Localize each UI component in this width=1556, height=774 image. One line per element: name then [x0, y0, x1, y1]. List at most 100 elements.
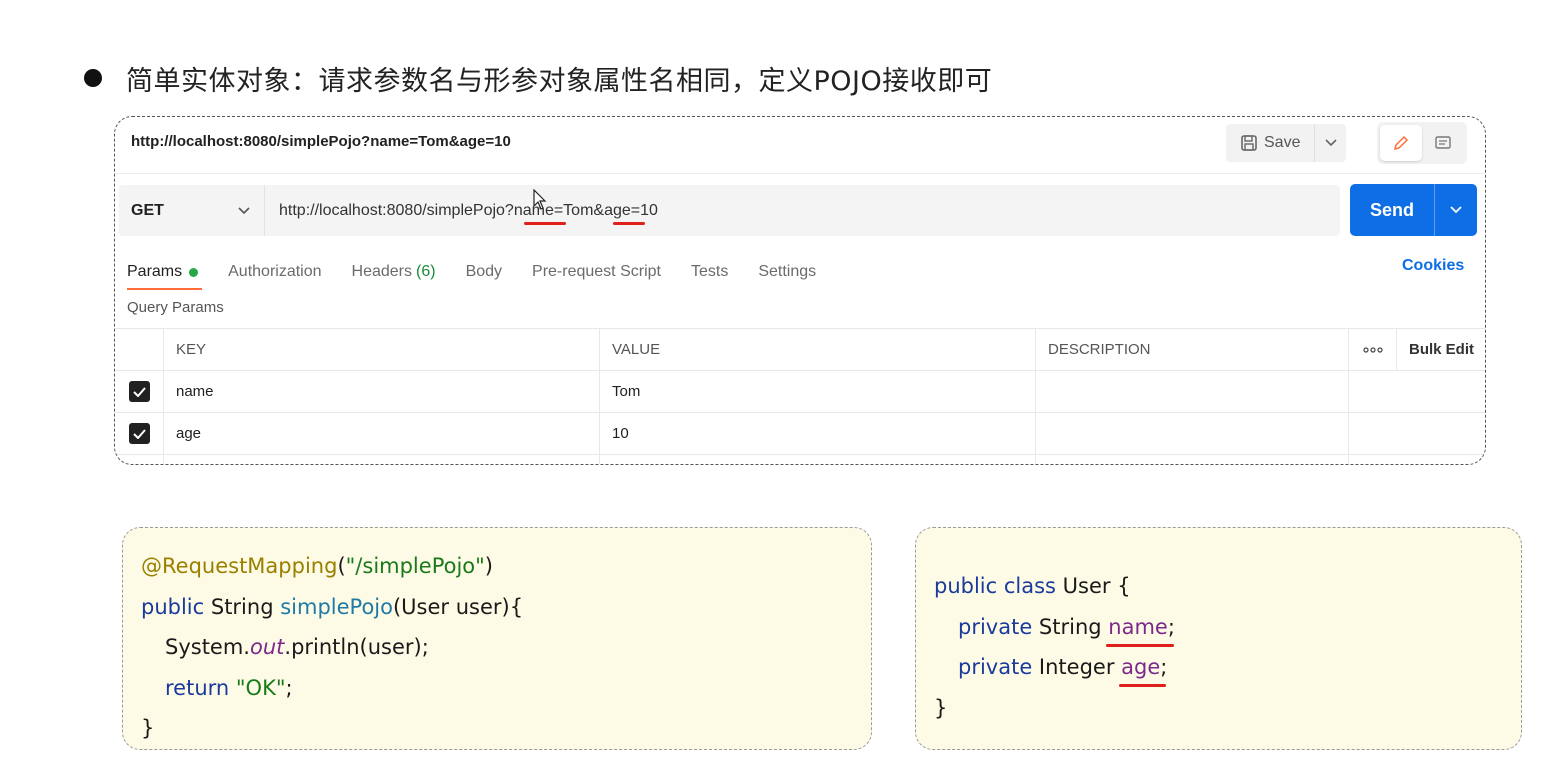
- param-value-input[interactable]: 10: [600, 413, 1036, 454]
- code-punct: }: [934, 695, 948, 720]
- tab-settings-label: Settings: [758, 263, 817, 280]
- code-punct: ;: [1160, 655, 1168, 680]
- row-checkbox[interactable]: [128, 381, 150, 402]
- request-url-input[interactable]: http://localhost:8080/simplePojo?name=To…: [265, 185, 658, 236]
- bulk-edit-button[interactable]: Bulk Edit: [1397, 329, 1485, 370]
- postman-request-panel: http://localhost:8080/simplePojo?name=To…: [114, 116, 1486, 465]
- send-button[interactable]: Send: [1350, 200, 1434, 221]
- row-checkbox-cell: [115, 371, 164, 412]
- row-checkbox[interactable]: [128, 423, 150, 444]
- query-params-heading: Query Params: [127, 299, 224, 316]
- code-field-text: name: [1108, 614, 1168, 639]
- tab-params-label: Params: [127, 263, 183, 280]
- code-static-field: out: [249, 635, 285, 660]
- code-line: private Integer age;: [934, 647, 1521, 688]
- comment-icon: [1435, 136, 1451, 149]
- checkmark-icon: [132, 428, 146, 439]
- controller-code-block: @RequestMapping("/simplePojo") public St…: [122, 527, 872, 750]
- column-header-key: KEY: [164, 329, 600, 370]
- code-punct: ): [484, 554, 493, 579]
- code-line: }: [141, 708, 871, 749]
- code-class-name: User {: [1056, 574, 1131, 599]
- code-keyword: public: [141, 594, 205, 619]
- method-select[interactable]: GET: [119, 185, 265, 236]
- code-string: "/simplePojo": [345, 554, 485, 579]
- column-header-description: DESCRIPTION: [1036, 329, 1349, 370]
- url-name-underline: [524, 222, 566, 225]
- param-description-input[interactable]: [1036, 455, 1349, 464]
- code-punct: }: [141, 716, 155, 741]
- code-method-name: simplePojo: [280, 594, 393, 619]
- method-label: GET: [131, 201, 164, 219]
- param-description-input[interactable]: [1036, 413, 1349, 454]
- tab-pre-request-script[interactable]: Pre-request Script: [532, 257, 661, 287]
- save-disk-icon: [1241, 135, 1257, 151]
- tab-authorization-label: Authorization: [228, 263, 322, 280]
- edit-mode-button[interactable]: [1380, 125, 1422, 161]
- header-divider: [115, 173, 1485, 174]
- send-options-button[interactable]: [1434, 184, 1477, 236]
- code-type: Integer: [1032, 655, 1122, 680]
- request-url-text: http://localhost:8080/simplePojo?name=To…: [279, 201, 658, 219]
- code-field-name: name: [1106, 614, 1174, 647]
- slide-title-fragment: [82, 0, 252, 6]
- more-dots-icon: [1362, 346, 1383, 353]
- bullet-dot-icon: [84, 69, 102, 87]
- bullet-text: 简单实体对象：请求参数名与形参对象属性名相同，定义POJO接收即可: [126, 65, 993, 97]
- code-punct: (: [337, 554, 346, 579]
- code-line: public class User {: [934, 566, 1521, 607]
- code-type: String: [1032, 614, 1109, 639]
- chevron-down-icon: [1450, 206, 1462, 214]
- param-key-input[interactable]: age: [164, 413, 600, 454]
- request-bar: GET http://localhost:8080/simplePojo?nam…: [119, 185, 1340, 236]
- save-label: Save: [1264, 134, 1301, 151]
- code-line: return "OK";: [141, 668, 871, 709]
- field-underline: [1106, 643, 1174, 647]
- code-keyword: private: [958, 655, 1033, 680]
- row-checkbox-cell: [115, 455, 164, 464]
- row-spacer: [1349, 413, 1397, 454]
- table-row: age 10: [115, 412, 1485, 454]
- param-key-input[interactable]: name: [164, 371, 600, 412]
- tab-body[interactable]: Body: [466, 257, 502, 287]
- comments-mode-button[interactable]: [1422, 125, 1464, 161]
- tab-params[interactable]: Params: [127, 257, 203, 290]
- code-line: System. out .println(user);: [141, 627, 871, 668]
- chevron-down-icon: [238, 206, 250, 214]
- request-tabs: Params Authorization Headers (6) Body Pr…: [127, 257, 846, 290]
- send-button-group: Send: [1350, 184, 1477, 236]
- pojo-class-code-block: public class User { private String name;…: [915, 527, 1522, 750]
- tab-authorization[interactable]: Authorization: [228, 257, 321, 287]
- save-options-button[interactable]: [1314, 124, 1346, 162]
- tab-tests-label: Tests: [690, 263, 729, 280]
- tab-tests[interactable]: Tests: [691, 257, 728, 287]
- tab-settings[interactable]: Settings: [758, 257, 816, 287]
- tab-pre-request-label: Pre-request Script: [532, 263, 661, 280]
- param-value-input[interactable]: Tom: [600, 371, 1036, 412]
- more-options-button[interactable]: [1349, 329, 1397, 370]
- save-button[interactable]: Save: [1226, 124, 1314, 162]
- tab-body-label: Body: [465, 263, 503, 280]
- checkmark-icon: [132, 386, 146, 397]
- headers-count-badge: (6): [416, 263, 436, 280]
- code-annotation: @RequestMapping: [141, 554, 338, 579]
- param-description-input[interactable]: [1036, 371, 1349, 412]
- query-params-table: KEY VALUE DESCRIPTION Bulk Edit name Tom: [115, 328, 1485, 464]
- code-keyword: return: [165, 675, 230, 700]
- code-type: String: [204, 594, 281, 619]
- row-checkbox-cell: [115, 413, 164, 454]
- cookies-link[interactable]: Cookies: [1402, 257, 1464, 275]
- row-spacer: [1349, 371, 1397, 412]
- code-punct: ;: [285, 675, 293, 700]
- code-text: System.: [165, 635, 250, 660]
- request-tab-title[interactable]: http://localhost:8080/simplePojo?name=To…: [131, 133, 511, 150]
- code-field-name: age: [1119, 655, 1167, 688]
- code-line: public String simplePojo (User user){: [141, 587, 871, 628]
- mouse-cursor-icon: [533, 189, 547, 210]
- code-field-text: age: [1121, 655, 1161, 680]
- param-key-input[interactable]: [164, 455, 600, 464]
- tab-headers[interactable]: Headers (6): [352, 257, 436, 287]
- param-value-input[interactable]: [600, 455, 1036, 464]
- view-mode-toggle: [1377, 122, 1467, 164]
- code-signature: (User user){: [392, 594, 524, 619]
